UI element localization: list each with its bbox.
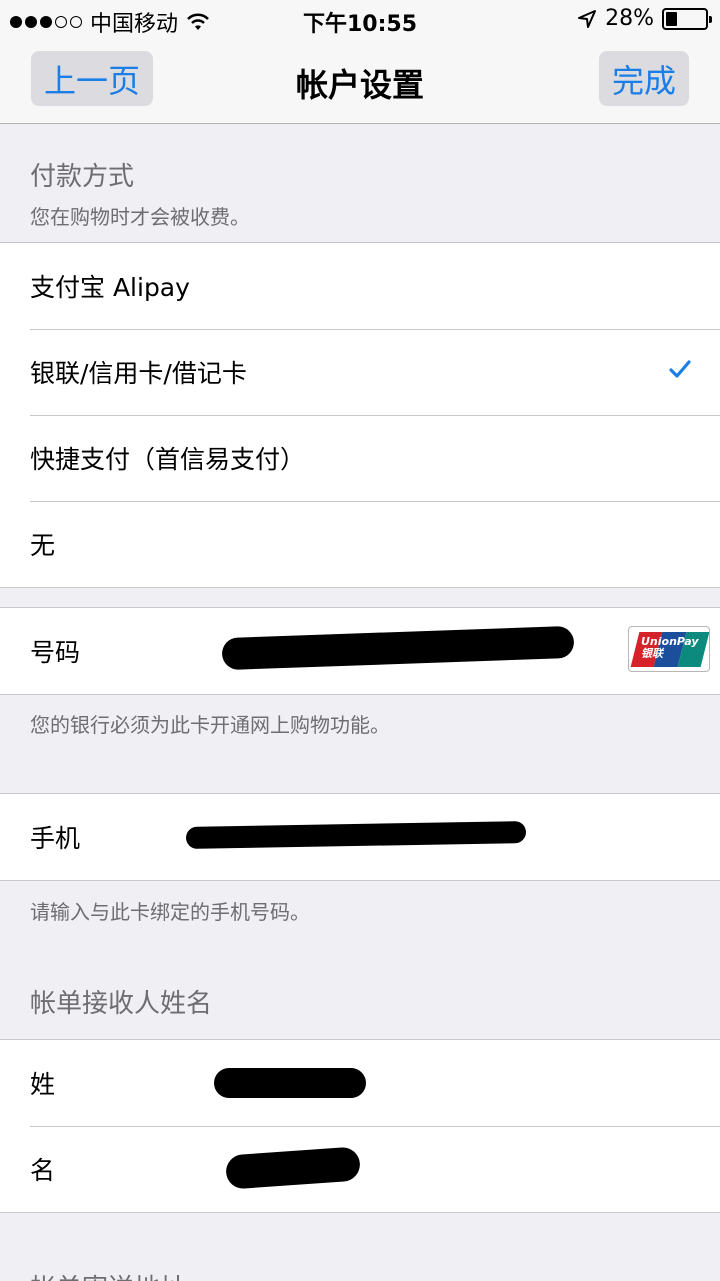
card-number-note: 您的银行必须为此卡开通网上购物功能。: [30, 713, 390, 737]
battery-percent: 28%: [605, 6, 654, 31]
last-name-row[interactable]: 姓: [0, 1040, 720, 1126]
last-name-label: 姓: [30, 1070, 56, 1099]
battery-icon: [662, 7, 712, 30]
card-number-row[interactable]: 号码 UnionPay 银联: [0, 608, 720, 694]
payment-option-label: 快捷支付（首信易支付）: [30, 445, 306, 474]
first-name-label: 名: [30, 1156, 56, 1185]
status-bar: 中国移动 下午10:55 28%: [0, 0, 720, 40]
redacted-first-name: [224, 1146, 362, 1190]
location-arrow-icon: [578, 9, 597, 28]
first-name-row[interactable]: 名: [0, 1126, 720, 1212]
done-button[interactable]: 完成: [599, 51, 689, 106]
card-number-label: 号码: [30, 638, 81, 667]
battery-fill: [666, 11, 677, 26]
payment-option-quickpay[interactable]: 快捷支付（首信易支付）: [0, 415, 720, 501]
payment-option-label: 银联/信用卡/借记卡: [30, 359, 247, 388]
card-number-group: 号码 UnionPay 银联: [0, 607, 720, 695]
phone-label: 手机: [30, 824, 81, 853]
payment-section-header: 付款方式 您在购物时才会被收费。: [30, 156, 250, 230]
phone-group: 手机: [0, 793, 720, 881]
redacted-card-number: [221, 625, 575, 671]
account-settings-screen: 中国移动 下午10:55 28% 上一页 帐户设置 完成 付款方式 您在购物时才…: [0, 0, 720, 1281]
billing-name-header: 帐单接收人姓名: [30, 983, 212, 1020]
payment-section-subtitle: 您在购物时才会被收费。: [30, 205, 250, 229]
payment-option-label: 支付宝 Alipay: [30, 273, 190, 302]
payment-option-label: 无: [30, 531, 56, 560]
payment-option-alipay[interactable]: 支付宝 Alipay: [0, 243, 720, 329]
status-right: 28%: [577, 6, 712, 31]
navigation-bar: 上一页 帐户设置 完成: [0, 40, 720, 124]
unionpay-logo-icon: UnionPay 银联: [628, 626, 710, 672]
redacted-phone-number: [185, 821, 527, 849]
billing-address-title: 帐单寄送地址: [30, 1268, 186, 1281]
billing-name-group: 姓 名: [0, 1039, 720, 1213]
billing-address-header: 帐单寄送地址: [30, 1268, 186, 1281]
payment-option-unionpay[interactable]: 银联/信用卡/借记卡: [0, 329, 720, 415]
phone-note: 请输入与此卡绑定的手机号码。: [30, 900, 310, 924]
payment-option-none[interactable]: 无: [0, 501, 720, 587]
payment-options-list: 支付宝 Alipay 银联/信用卡/借记卡 快捷支付（首信易支付） 无: [0, 242, 720, 588]
checkmark-icon: [669, 360, 691, 378]
redacted-last-name: [214, 1068, 366, 1098]
payment-section-title: 付款方式: [30, 162, 135, 192]
phone-row[interactable]: 手机: [0, 794, 720, 880]
unionpay-logo-text: UnionPay 银联: [641, 635, 699, 660]
billing-name-title: 帐单接收人姓名: [30, 989, 213, 1019]
